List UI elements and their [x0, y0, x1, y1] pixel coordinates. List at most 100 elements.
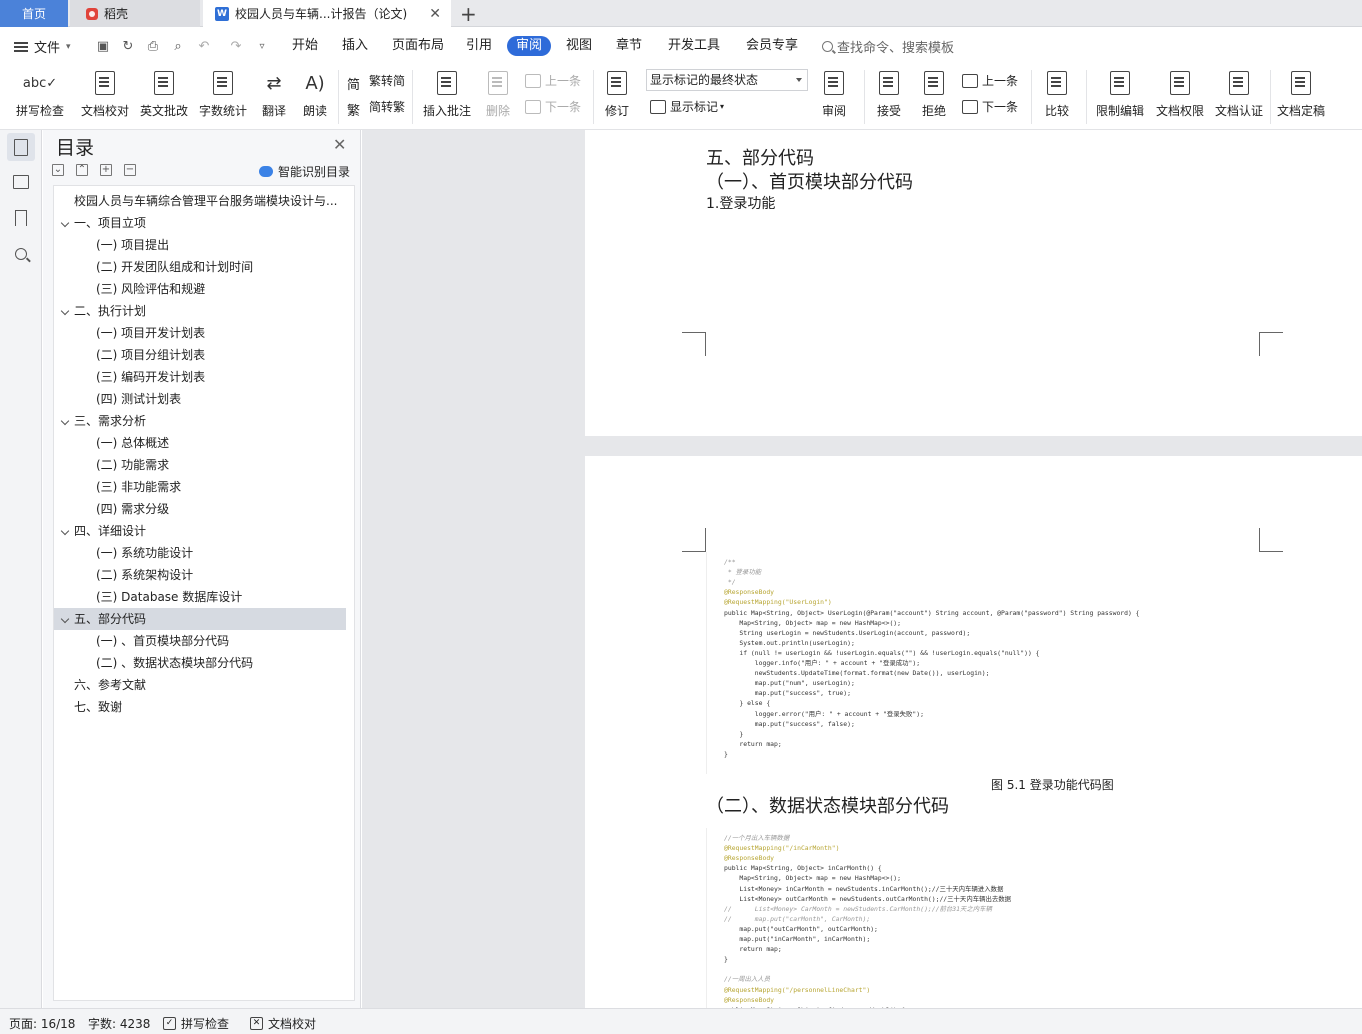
page-indicator[interactable]: 页面: 16/18: [9, 1015, 75, 1032]
toc-item[interactable]: (一) 总体概述: [54, 432, 346, 454]
close-tab-icon[interactable]: ✕: [429, 6, 441, 22]
doc-cert-button[interactable]: 文档认证: [1213, 68, 1265, 124]
undo-icon[interactable]: ↶: [196, 38, 212, 54]
tab-home[interactable]: 首页: [0, 0, 68, 27]
english-review-button[interactable]: 英文批改: [139, 68, 189, 124]
menu-tab-review[interactable]: 审阅: [507, 36, 552, 56]
toc-nav-button[interactable]: [7, 133, 35, 161]
close-icon[interactable]: ✕: [333, 135, 346, 154]
word-count-indicator[interactable]: 字数: 4238: [88, 1015, 150, 1032]
compare-button[interactable]: 比较: [1038, 68, 1076, 124]
tab-home-label: 首页: [21, 7, 46, 21]
revise-button[interactable]: 修订: [599, 68, 635, 124]
simp-to-trad-button[interactable]: 繁 简转繁: [347, 98, 405, 119]
restrict-edit-button[interactable]: 限制编辑: [1094, 68, 1146, 124]
collapse-all-icon[interactable]: ⌄: [52, 164, 64, 176]
toc-item[interactable]: 七、致谢: [54, 696, 346, 718]
doc-cert-icon: [1225, 68, 1253, 98]
delete-comment-button[interactable]: 删除: [480, 68, 516, 124]
doc-permission-button[interactable]: 文档权限: [1154, 68, 1206, 124]
toc-item[interactable]: (一) 系统功能设计: [54, 542, 346, 564]
expand-up-icon[interactable]: ⌃: [76, 164, 88, 176]
chevron-down-icon[interactable]: [60, 526, 70, 536]
menu-tab-page-layout[interactable]: 页面布局: [392, 36, 444, 56]
toc-item[interactable]: (一) 项目开发计划表: [54, 322, 346, 344]
menu-tab-references[interactable]: 引用: [466, 36, 492, 56]
insert-comment-button[interactable]: 插入批注: [421, 68, 473, 124]
toc-item[interactable]: (四) 测试计划表: [54, 388, 346, 410]
file-menu[interactable]: 文件 ▾: [14, 37, 71, 56]
accept-button[interactable]: 接受: [871, 68, 907, 124]
find-nav-button[interactable]: [7, 240, 35, 268]
doc-finalize-icon: [1287, 68, 1315, 98]
menu-tab-member[interactable]: 会员专享: [746, 36, 798, 56]
toc-item[interactable]: 四、详细设计: [54, 520, 346, 542]
toc-item[interactable]: 一、项目立项: [54, 212, 346, 234]
smart-toc-button[interactable]: 智能识别目录: [259, 163, 350, 180]
prev-comment-button[interactable]: 上一条: [525, 72, 581, 89]
bookmark-nav-button[interactable]: [7, 204, 35, 232]
print-preview-icon[interactable]: ⌕: [170, 38, 186, 54]
export-icon[interactable]: ↻: [120, 38, 136, 54]
menu-tab-insert[interactable]: 插入: [342, 36, 368, 56]
chevron-down-icon[interactable]: [60, 218, 70, 228]
next-comment-button[interactable]: 下一条: [525, 98, 581, 115]
code-line: List<Money> outCarMonth = newStudents.ou…: [724, 894, 1012, 903]
document-page[interactable]: 五、部分代码 （一）、首页模块部分代码 1.登录功能: [585, 130, 1362, 436]
doc-proof-status[interactable]: ✕ 文档校对: [250, 1015, 316, 1032]
remove-heading-icon[interactable]: −: [124, 164, 136, 176]
add-heading-icon[interactable]: +: [100, 164, 112, 176]
toc-item[interactable]: 校园人员与车辆综合管理平台服务端模块设计与...: [54, 190, 346, 212]
doc-finalize-button[interactable]: 文档定稿: [1275, 68, 1327, 124]
toc-item[interactable]: 六、参考文献: [54, 674, 346, 696]
code-line: return map;: [724, 945, 782, 954]
doc-proof-button[interactable]: 文档校对: [79, 68, 131, 124]
markup-state-select[interactable]: 显示标记的最终状态: [646, 69, 808, 91]
word-count-button[interactable]: 字数统计: [198, 68, 248, 124]
spell-check-status[interactable]: ✓ 拼写检查: [163, 1015, 229, 1032]
toc-item[interactable]: (二) 系统架构设计: [54, 564, 346, 586]
menu-tab-start[interactable]: 开始: [292, 36, 318, 56]
toc-item[interactable]: 五、部分代码: [54, 608, 346, 630]
toc-item[interactable]: (二) 功能需求: [54, 454, 346, 476]
chapter-nav-button[interactable]: [7, 168, 35, 196]
customize-quick-access-icon[interactable]: ▿: [254, 38, 270, 54]
prev-revision-button[interactable]: 上一条: [962, 72, 1018, 89]
new-tab-button[interactable]: +: [460, 2, 477, 26]
toc-item[interactable]: (二) 开发团队组成和计划时间: [54, 256, 346, 278]
next-revision-button[interactable]: 下一条: [962, 98, 1018, 115]
document-canvas[interactable]: 五、部分代码 （一）、首页模块部分代码 1.登录功能 /** * 登录功能 */…: [362, 130, 1362, 1008]
toc-item[interactable]: (四) 需求分级: [54, 498, 346, 520]
chevron-down-icon[interactable]: [60, 306, 70, 316]
menu-tab-chapter[interactable]: 章节: [616, 36, 642, 56]
menu-tab-developer[interactable]: 开发工具: [668, 36, 720, 56]
read-aloud-button[interactable]: A) 朗读: [300, 68, 330, 124]
read-aloud-label: 朗读: [302, 104, 327, 118]
toc-item[interactable]: (一) 、首页模块部分代码: [54, 630, 346, 652]
spell-check-button[interactable]: abc✓ 拼写检查: [10, 68, 70, 124]
chevron-down-icon[interactable]: [60, 416, 70, 426]
print-icon[interactable]: ⎙: [145, 38, 161, 54]
toc-item[interactable]: (三) Database 数据库设计: [54, 586, 346, 608]
chevron-down-icon[interactable]: [60, 614, 70, 624]
toc-item[interactable]: (二) 项目分组计划表: [54, 344, 346, 366]
translate-button[interactable]: ⇄ 翻译: [256, 68, 292, 124]
review-pane-button[interactable]: 审阅: [816, 68, 852, 124]
toc-item[interactable]: (二) 、数据状态模块部分代码: [54, 652, 346, 674]
menu-tab-view[interactable]: 视图: [566, 36, 592, 56]
save-icon[interactable]: ▣: [95, 38, 111, 54]
tab-docer[interactable]: 稻壳: [70, 0, 200, 27]
tab-document[interactable]: W 校园人员与车辆...计报告（论文) ✕: [203, 0, 451, 27]
toc-item[interactable]: (三) 风险评估和规避: [54, 278, 346, 300]
toc-item[interactable]: (三) 非功能需求: [54, 476, 346, 498]
toc-item[interactable]: (一) 项目提出: [54, 234, 346, 256]
show-markup-button[interactable]: 显示标记 ▾: [650, 98, 724, 115]
toc-item[interactable]: (三) 编码开发计划表: [54, 366, 346, 388]
document-page[interactable]: /** * 登录功能 */@ResponseBody @RequestMappin…: [585, 456, 1362, 1008]
reject-button[interactable]: 拒绝: [916, 68, 952, 124]
toc-item[interactable]: 三、需求分析: [54, 410, 346, 432]
trad-to-simp-button[interactable]: 简 繁转简: [347, 72, 405, 93]
redo-icon[interactable]: ↷: [228, 38, 244, 54]
command-search[interactable]: 查找命令、搜索模板: [822, 37, 954, 56]
toc-item[interactable]: 二、执行计划: [54, 300, 346, 322]
